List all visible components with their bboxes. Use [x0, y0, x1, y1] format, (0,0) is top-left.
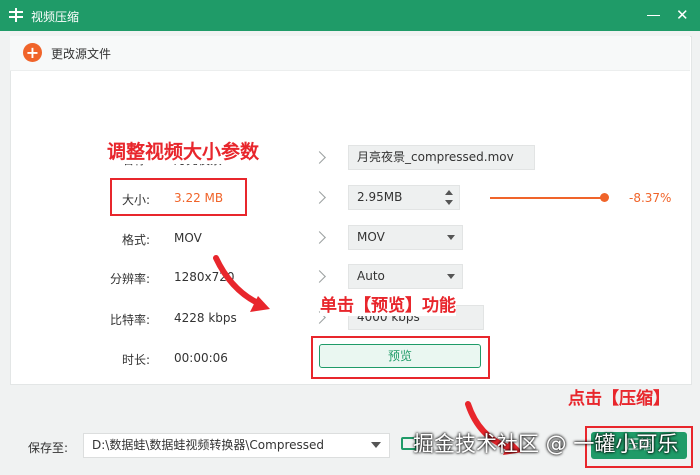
arrow-to-preview	[213, 255, 265, 308]
watermark: 掘金技术社区 @ 一罐小可乐	[413, 432, 679, 456]
annotation-arrows	[213, 255, 523, 455]
